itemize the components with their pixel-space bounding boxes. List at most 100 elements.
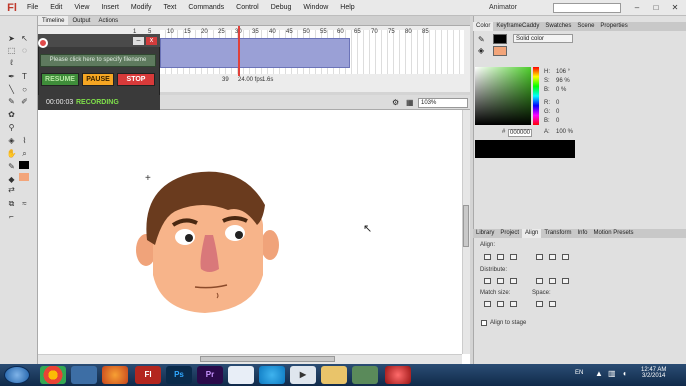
brush-tool-icon[interactable]: ✐ [19, 96, 30, 107]
menu-insert[interactable]: Insert [95, 0, 125, 16]
menu-modify[interactable]: Modify [125, 0, 158, 16]
bone-tool-icon[interactable]: ⚲ [6, 122, 17, 133]
distribute-bottom-icon[interactable] [510, 278, 517, 284]
help-search-input[interactable] [553, 3, 621, 13]
workspace-switcher[interactable]: Animator [489, 0, 517, 16]
word-taskbar-icon[interactable] [228, 366, 254, 384]
g-value[interactable]: 0 [556, 109, 559, 115]
firefox-taskbar-icon[interactable] [102, 366, 128, 384]
menu-view[interactable]: View [68, 0, 95, 16]
premiere-taskbar-icon[interactable]: Pr [197, 366, 223, 384]
zoom-select[interactable]: 103% [418, 98, 468, 108]
b-value[interactable]: 0 % [556, 87, 566, 93]
tools-taskbar-icon[interactable] [352, 366, 378, 384]
edit-symbols-icon[interactable]: ⚙ [392, 98, 399, 107]
pause-button[interactable]: PAUSE [82, 73, 114, 86]
hue-slider[interactable] [533, 67, 539, 125]
edit-scene-icon[interactable]: ▦ [406, 98, 414, 107]
tab-timeline[interactable]: Timeline [38, 16, 69, 25]
close-button[interactable]: ✕ [666, 1, 684, 14]
align-bottom-icon[interactable] [562, 254, 569, 260]
swap-colors-icon[interactable]: ⇄ [6, 184, 17, 195]
skype-taskbar-icon[interactable] [259, 366, 285, 384]
flash-taskbar-icon[interactable]: Fl [135, 366, 161, 384]
tab-swatches[interactable]: Swatches [542, 22, 574, 31]
line-tool-icon[interactable]: ╲ [6, 84, 17, 95]
s-value[interactable]: 96 % [556, 78, 570, 84]
match-height-icon[interactable] [497, 301, 504, 307]
distribute-vcenter-icon[interactable] [497, 278, 504, 284]
menu-control[interactable]: Control [230, 0, 265, 16]
minimize-button[interactable]: – [628, 1, 646, 14]
tab-output[interactable]: Output [68, 16, 94, 25]
tab-project[interactable]: Project [497, 229, 522, 238]
free-transform-icon[interactable]: ⬚ [6, 45, 17, 56]
blue-value[interactable]: 0 [556, 118, 559, 124]
menu-file[interactable]: File [21, 0, 44, 16]
menu-edit[interactable]: Edit [44, 0, 68, 16]
match-width-icon[interactable] [484, 301, 491, 307]
tab-info[interactable]: Info [575, 229, 591, 238]
stroke-swatch[interactable] [493, 34, 507, 44]
space-horizontal-icon[interactable] [549, 301, 556, 307]
color-type-select[interactable]: Solid color [513, 34, 573, 43]
photoshop-taskbar-icon[interactable]: Ps [166, 366, 192, 384]
oval-tool-icon[interactable]: ○ [19, 84, 30, 95]
tab-properties[interactable]: Properties [597, 22, 630, 31]
tab-motion-presets[interactable]: Motion Presets [591, 229, 637, 238]
align-hcenter-icon[interactable] [497, 254, 504, 260]
alpha-value[interactable]: 100 % [556, 129, 573, 135]
fill-color-swatch[interactable] [19, 173, 29, 181]
match-both-icon[interactable] [510, 301, 517, 307]
network-icon[interactable]: ▥ [608, 369, 616, 378]
menu-help[interactable]: Help [334, 0, 360, 16]
distribute-hcenter-icon[interactable] [549, 278, 556, 284]
straighten-icon[interactable]: ⌐ [6, 211, 17, 222]
folder-taskbar-icon[interactable] [321, 366, 347, 384]
r-value[interactable]: 0 [556, 100, 559, 106]
recorder-close-button[interactable]: x [146, 37, 157, 45]
tray-arrow-icon[interactable]: ▲ [595, 369, 603, 378]
tab-scene[interactable]: Scene [574, 22, 597, 31]
align-right-icon[interactable] [510, 254, 517, 260]
horizontal-scroll-thumb[interactable] [200, 356, 335, 362]
space-vertical-icon[interactable] [536, 301, 543, 307]
color-picker-field[interactable] [475, 67, 531, 125]
chrome-taskbar-icon[interactable] [40, 366, 66, 384]
stroke-color-icon[interactable]: ✎ [6, 161, 17, 172]
menu-text[interactable]: Text [158, 0, 183, 16]
menu-debug[interactable]: Debug [265, 0, 298, 16]
smooth-icon[interactable]: ≈ [19, 198, 30, 209]
tab-keyframecaddy[interactable]: KeyframeCaddy [493, 22, 542, 31]
system-clock[interactable]: 12:47 AM 3/2/2014 [641, 367, 666, 379]
paint-bucket-icon[interactable]: ◈ [6, 135, 17, 146]
stroke-color-swatch[interactable] [19, 161, 29, 169]
deco-tool-icon[interactable]: ✿ [6, 109, 17, 120]
subselection-tool-icon[interactable]: ↖ [19, 33, 30, 44]
hand-tool-icon[interactable]: ✋ [6, 148, 17, 159]
pen-tool-icon[interactable]: ✒ [6, 71, 17, 82]
recorder-taskbar-icon[interactable] [385, 366, 411, 384]
character-head-illustration[interactable] [133, 165, 283, 320]
tab-transform[interactable]: Transform [541, 229, 574, 238]
h-value[interactable]: 106 ° [556, 69, 570, 75]
stage[interactable] [38, 110, 470, 364]
maximize-button[interactable]: □ [647, 1, 665, 14]
align-vcenter-icon[interactable] [549, 254, 556, 260]
3d-rotation-icon[interactable]: ◌ [19, 45, 30, 56]
tab-actions[interactable]: Actions [94, 16, 122, 25]
vertical-scroll-thumb[interactable] [463, 205, 469, 247]
align-top-icon[interactable] [536, 254, 543, 260]
snap-to-objects-icon[interactable]: ⧉ [6, 198, 17, 209]
text-tool-icon[interactable]: T [19, 71, 30, 82]
recorder-minimize-button[interactable]: – [133, 37, 144, 45]
start-button[interactable] [4, 366, 30, 384]
align-left-icon[interactable] [484, 254, 491, 260]
playhead[interactable] [238, 26, 240, 76]
distribute-right-icon[interactable] [562, 278, 569, 284]
hex-input[interactable]: 000000 [508, 129, 532, 137]
layer-frames[interactable] [160, 38, 350, 68]
tab-align[interactable]: Align [522, 229, 542, 238]
distribute-left-icon[interactable] [536, 278, 543, 284]
resume-button[interactable]: RESUME [41, 73, 79, 86]
